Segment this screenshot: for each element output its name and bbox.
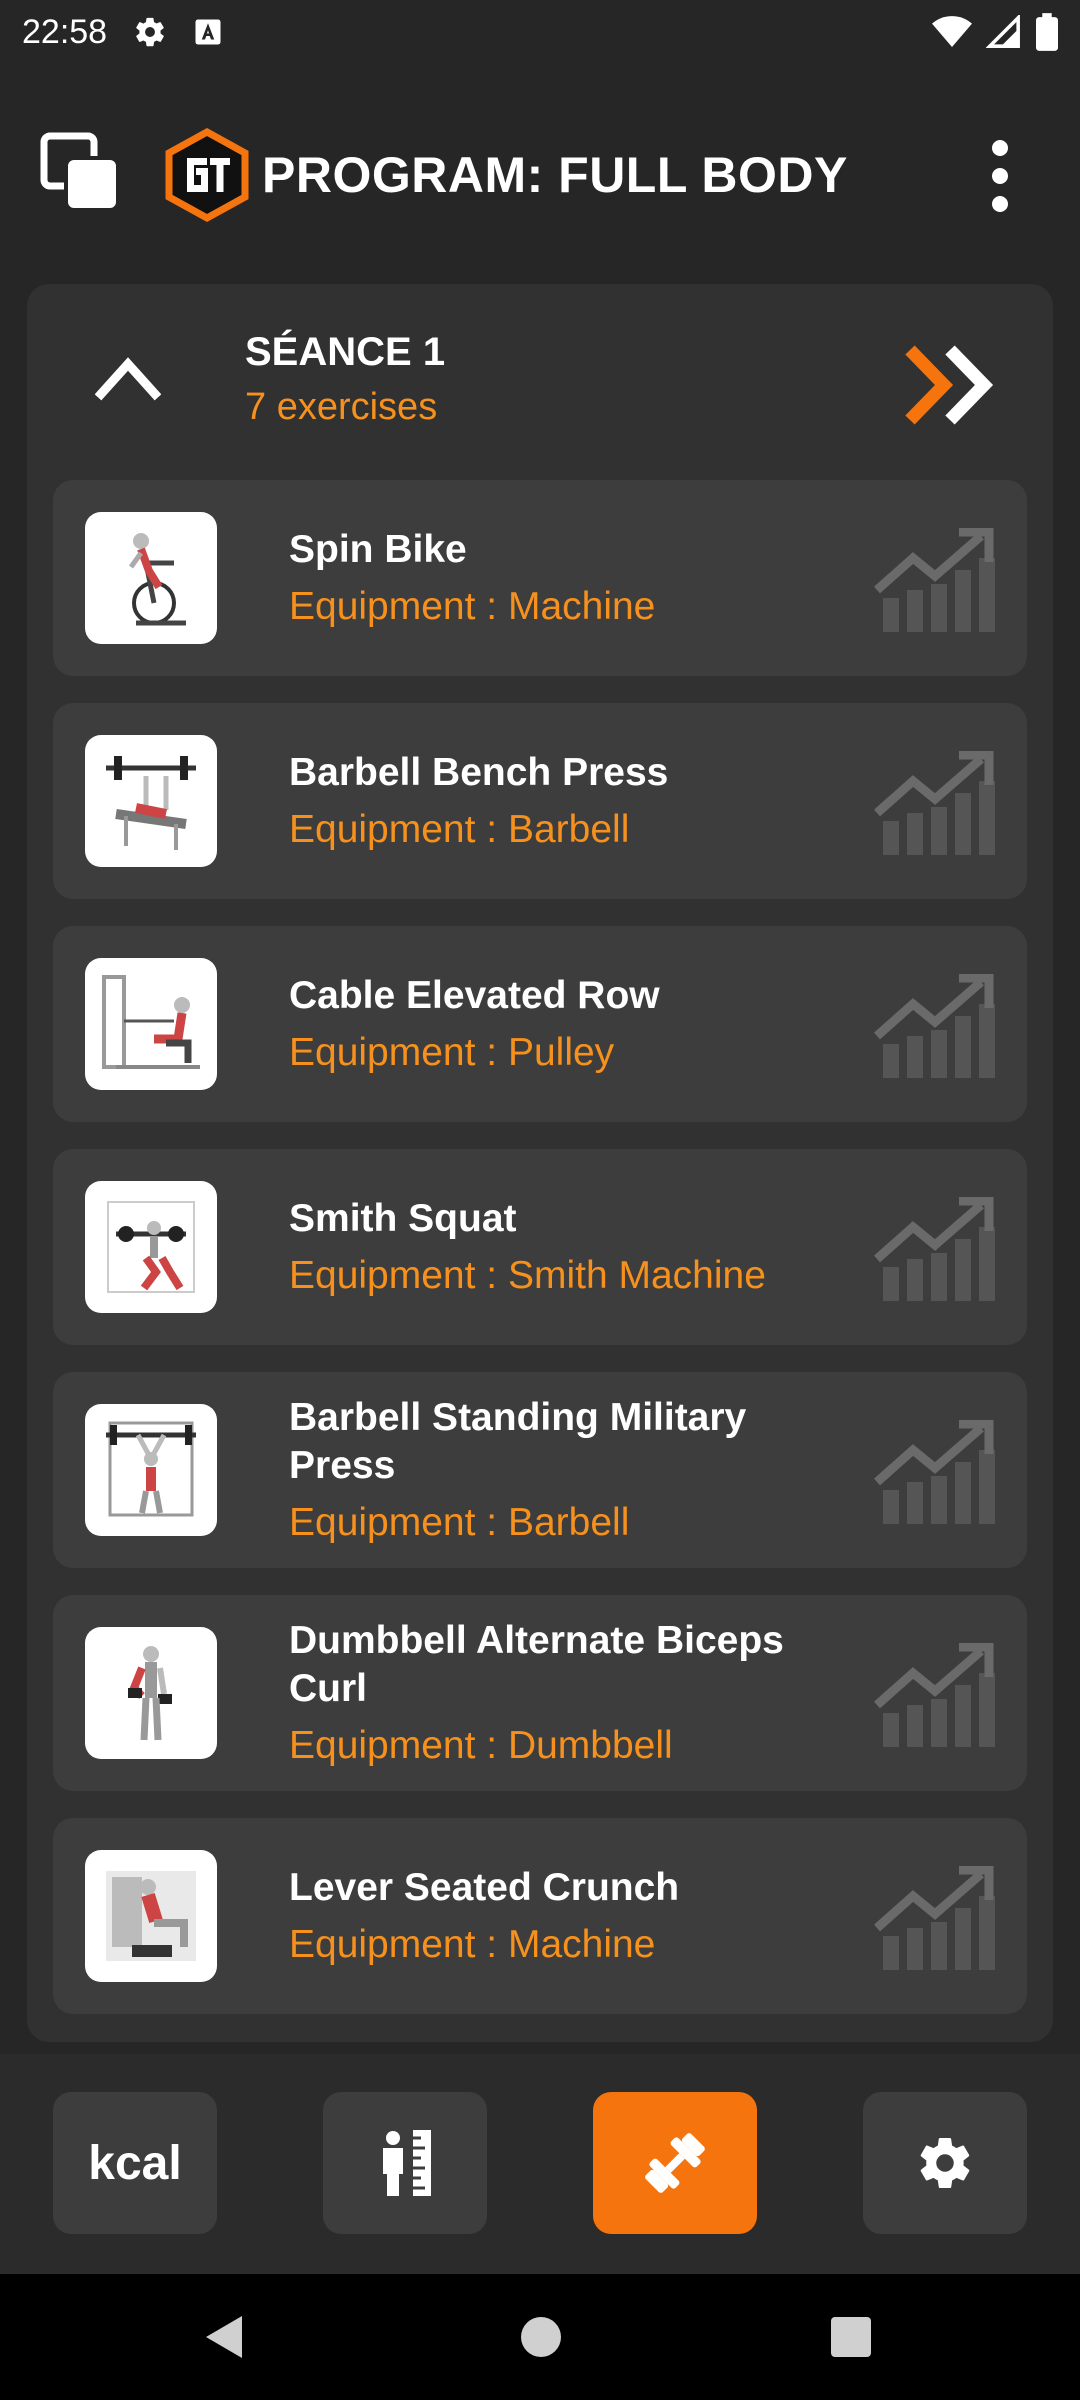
- gear-icon: [920, 2138, 970, 2189]
- session-title: SÉANCE 1: [245, 330, 446, 374]
- exercise-equipment: Equipment : Machine: [289, 1922, 656, 1966]
- signal-icon: [986, 15, 1022, 49]
- progress-chart-icon[interactable]: [873, 973, 997, 1078]
- progress-chart-icon[interactable]: [873, 527, 997, 632]
- exercise-thumbnail: [85, 1850, 217, 1982]
- exercise-thumbnail: [85, 1404, 217, 1536]
- font-a-icon: [193, 17, 223, 47]
- system-nav-bar: [0, 2274, 1080, 2400]
- page-title: PROGRAM: FULL BODY: [262, 147, 848, 203]
- status-time: 22:58: [22, 12, 108, 51]
- exercise-thumbnail: [85, 735, 217, 867]
- exercise-equipment: Equipment : Barbell: [289, 807, 630, 851]
- progress-chart-icon[interactable]: [873, 750, 997, 855]
- nav-settings-button[interactable]: [863, 2092, 1027, 2234]
- app-bar: PROGRAM: FULL BODY: [0, 110, 1080, 240]
- exercise-equipment: Equipment : Machine: [289, 584, 656, 628]
- bottom-nav: kcal: [0, 2054, 1080, 2274]
- exercise-equipment: Equipment : Pulley: [289, 1030, 615, 1074]
- nav-workout-button[interactable]: [593, 2092, 757, 2234]
- nav-kcal-label: kcal: [88, 2136, 182, 2190]
- exercise-name: Cable Elevated Row: [289, 973, 660, 1017]
- exercise-row[interactable]: Dumbbell Alternate Biceps Curl Equipment…: [53, 1595, 1027, 1791]
- exercise-equipment: Equipment : Dumbbell: [289, 1723, 673, 1767]
- exercise-row[interactable]: Lever Seated Crunch Equipment : Machine: [53, 1818, 1027, 2014]
- exercise-row[interactable]: Smith Squat Equipment : Smith Machine: [53, 1149, 1027, 1345]
- gt-logo: [165, 128, 249, 222]
- copy-icon[interactable]: [40, 132, 124, 216]
- exercise-name: Barbell Bench Press: [289, 750, 669, 794]
- dumbbell-icon: [645, 2133, 705, 2193]
- more-options-icon[interactable]: [980, 138, 1020, 214]
- session-exercise-count: 7 exercises: [245, 386, 438, 428]
- exercise-name: Dumbbell Alternate Biceps Curl: [289, 1618, 784, 1710]
- nav-body-measure-button[interactable]: [323, 2092, 487, 2234]
- exercise-list: Spin Bike Equipment : Machine Barbell Be…: [53, 480, 1027, 2041]
- session-card: SÉANCE 1 7 exercises Spin Bike Equipment…: [27, 284, 1053, 2042]
- exercise-row[interactable]: Barbell Bench Press Equipment : Barbell: [53, 703, 1027, 899]
- recent-apps-icon[interactable]: [831, 2317, 871, 2357]
- gear-icon: [133, 15, 167, 49]
- chevron-up-icon[interactable]: [94, 352, 162, 402]
- nav-kcal-button[interactable]: kcal: [53, 2092, 217, 2234]
- exercise-name: Smith Squat: [289, 1196, 517, 1240]
- exercise-name: Lever Seated Crunch: [289, 1865, 680, 1909]
- exercise-name: Barbell Standing Military Press: [289, 1395, 747, 1487]
- exercise-thumbnail: [85, 1627, 217, 1759]
- exercise-thumbnail: [85, 512, 217, 644]
- wifi-icon: [932, 15, 972, 49]
- exercise-thumbnail: [85, 1181, 217, 1313]
- home-icon[interactable]: [521, 2317, 561, 2357]
- body-measure-icon: [383, 2130, 431, 2196]
- exercise-equipment: Equipment : Barbell: [289, 1500, 630, 1544]
- progress-chart-icon[interactable]: [873, 1865, 997, 1970]
- exercise-row[interactable]: Barbell Standing Military Press Equipmen…: [53, 1372, 1027, 1568]
- exercise-thumbnail: [85, 958, 217, 1090]
- exercise-name: Spin Bike: [289, 527, 467, 571]
- exercise-row[interactable]: Cable Elevated Row Equipment : Pulley: [53, 926, 1027, 1122]
- progress-chart-icon[interactable]: [873, 1196, 997, 1301]
- battery-icon: [1036, 13, 1058, 51]
- start-session-icon[interactable]: [902, 342, 1002, 428]
- progress-chart-icon[interactable]: [873, 1642, 997, 1747]
- status-bar: 22:58: [0, 0, 1080, 64]
- exercise-equipment: Equipment : Smith Machine: [289, 1253, 766, 1297]
- progress-chart-icon[interactable]: [873, 1419, 997, 1524]
- exercise-row[interactable]: Spin Bike Equipment : Machine: [53, 480, 1027, 676]
- back-icon[interactable]: [202, 2314, 246, 2360]
- session-header[interactable]: SÉANCE 1 7 exercises: [27, 284, 1053, 480]
